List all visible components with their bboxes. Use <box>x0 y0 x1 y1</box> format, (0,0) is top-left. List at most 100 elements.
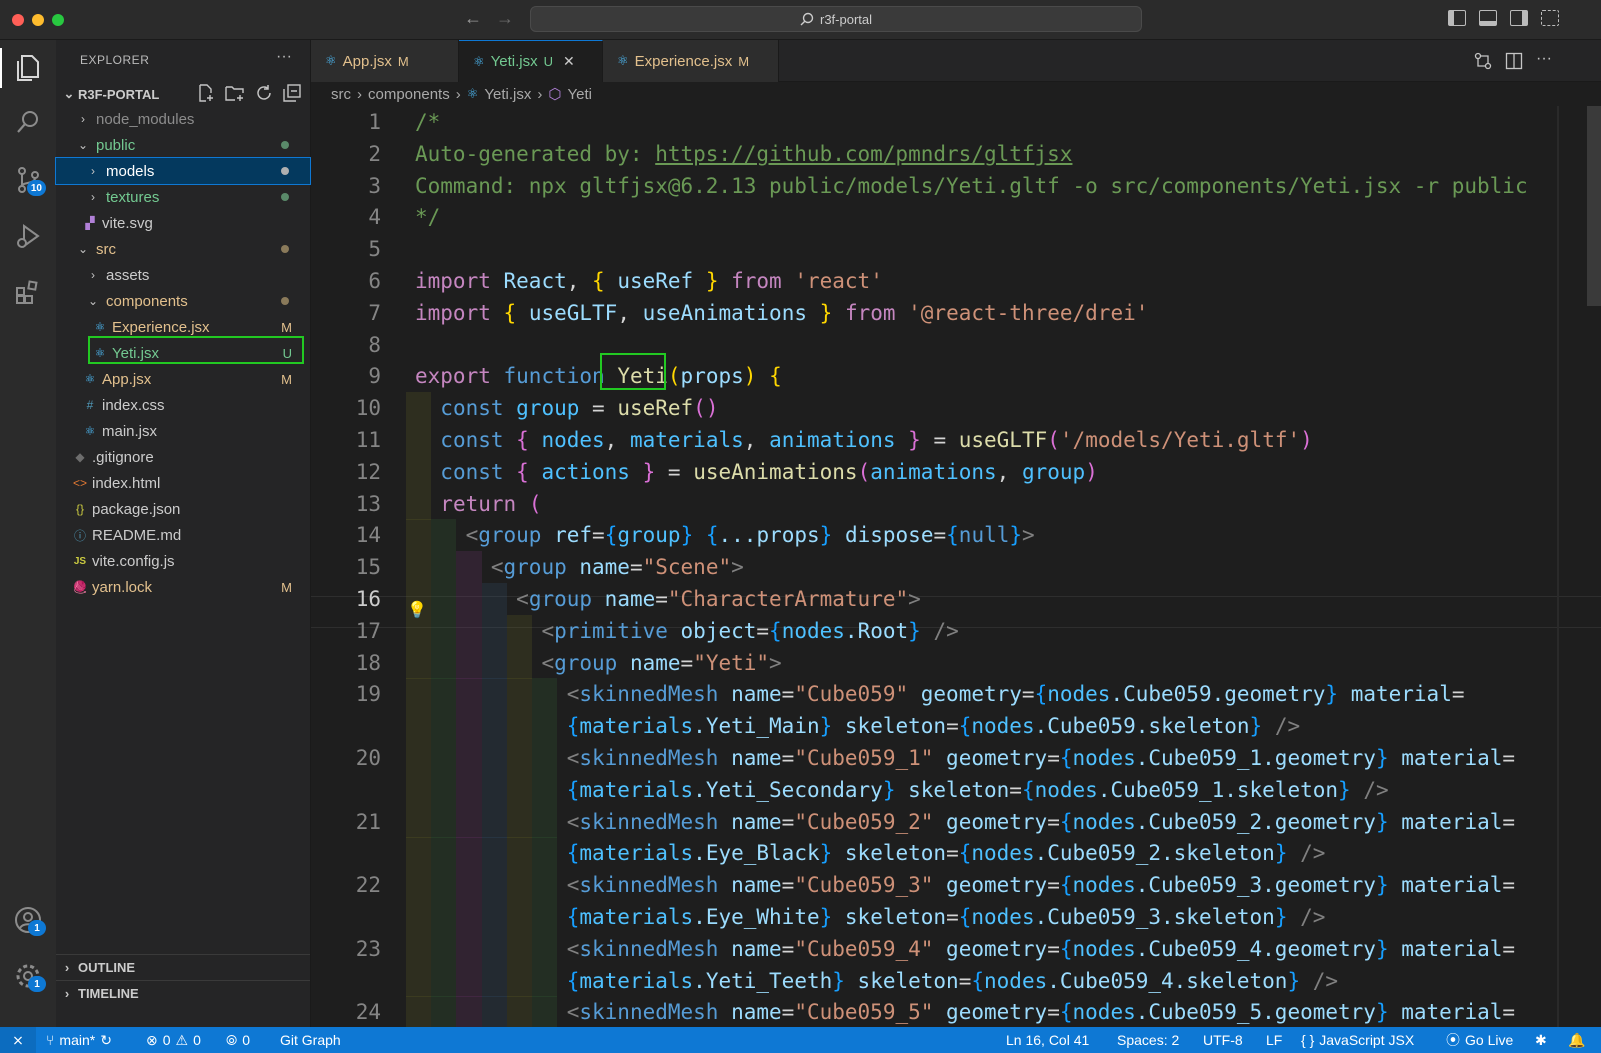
customize-layout-icon[interactable] <box>1541 10 1559 26</box>
editor-more-actions-icon[interactable]: ··· <box>1536 50 1552 68</box>
braces-icon: { } <box>1301 1032 1315 1048</box>
breadcrumb-file[interactable]: Yeti.jsx <box>484 86 531 103</box>
code-token: = <box>1502 873 1516 898</box>
breadcrumb-src[interactable]: src <box>331 86 351 103</box>
code-token: { <box>566 714 580 739</box>
code-token: { <box>503 300 529 325</box>
split-editor-icon[interactable] <box>1505 52 1523 70</box>
end-of-line[interactable]: LF <box>1266 1027 1282 1053</box>
js-file-icon: JS <box>73 555 87 567</box>
explorer-icon[interactable] <box>10 50 46 86</box>
tree-item-app-jsx[interactable]: ⚛ App.jsx M <box>56 366 310 392</box>
back-arrow-icon[interactable]: ← <box>464 8 482 29</box>
tree-item-yarn-lock[interactable]: 🧶 yarn.lock M <box>56 574 310 600</box>
tree-item-assets[interactable]: › assets <box>56 262 310 288</box>
close-window-button[interactable] <box>12 14 24 26</box>
tab-experience-jsx[interactable]: ⚛ Experience.jsx M <box>603 40 779 82</box>
minimap-divider <box>1557 106 1559 1027</box>
forward-arrow-icon[interactable]: → <box>496 8 514 29</box>
lightbulb-icon[interactable]: 💡 <box>407 600 427 620</box>
editor-tabs: ⚛ App.jsx M ⚛ Yeti.jsx U ✕ ⚛ Experience.… <box>311 40 1601 82</box>
run-debug-icon[interactable] <box>10 218 46 254</box>
project-header[interactable]: ⌄ R3F-PORTAL <box>56 82 310 106</box>
title-bar: ← → r3f-portal <box>0 0 1601 40</box>
manage-gear-icon[interactable]: 1 <box>10 958 46 994</box>
remote-indicator[interactable]: ⨯ <box>0 1027 36 1053</box>
source-control-icon[interactable]: 10 <box>10 162 46 198</box>
zoom-window-button[interactable] <box>52 14 64 26</box>
new-file-icon[interactable] <box>197 84 215 102</box>
code-token: { <box>1021 777 1035 802</box>
tree-item-label: package.json <box>92 500 181 518</box>
indentation[interactable]: Spaces: 2 <box>1117 1027 1179 1053</box>
code-editor[interactable]: 1 /* 2 Auto-generated by: https://github.co… <box>311 106 1601 1027</box>
timeline-section[interactable]: › TIMELINE <box>56 980 310 1006</box>
code-line: <skinnedMesh name="Cube059_2" geometry={… <box>415 806 1515 838</box>
accounts-icon[interactable]: 1 <box>10 902 46 938</box>
copilot-icon[interactable]: ✱ <box>1535 1027 1547 1053</box>
tab-app-jsx[interactable]: ⚛ App.jsx M <box>311 40 459 82</box>
code-token: useRef <box>617 396 694 421</box>
tree-item-node-modules[interactable]: › node_modules <box>56 106 310 132</box>
language-mode[interactable]: { } JavaScript JSX <box>1301 1027 1414 1053</box>
encoding[interactable]: UTF-8 <box>1203 1027 1243 1053</box>
cursor-position[interactable]: Ln 16, Col 41 <box>1006 1027 1089 1053</box>
close-tab-icon[interactable]: ✕ <box>563 53 575 70</box>
tree-item-components[interactable]: ⌄ components <box>56 288 310 314</box>
search-icon[interactable] <box>10 104 46 140</box>
scrollbar-thumb[interactable] <box>1587 106 1601 306</box>
breadcrumb-symbol[interactable]: Yeti <box>567 86 591 103</box>
compare-changes-icon[interactable] <box>1474 52 1492 70</box>
line-number: 2 <box>368 141 381 166</box>
more-actions-icon[interactable]: ··· <box>276 48 292 66</box>
tab-label: Experience.jsx <box>634 52 733 70</box>
toggle-primary-sidebar-icon[interactable] <box>1448 10 1466 26</box>
tab-yeti-jsx[interactable]: ⚛ Yeti.jsx U ✕ <box>459 40 603 82</box>
git-graph-button[interactable]: Git Graph <box>280 1027 341 1053</box>
tree-item-readme-md[interactable]: ⓘ README.md <box>56 522 310 548</box>
code-token: animations <box>769 428 896 452</box>
command-center-search[interactable]: r3f-portal <box>530 6 1142 32</box>
code-token: export <box>415 364 504 389</box>
breadcrumb-components[interactable]: components <box>368 86 450 103</box>
code-token: } <box>1338 777 1351 802</box>
toggle-secondary-sidebar-icon[interactable] <box>1510 10 1528 26</box>
outline-section[interactable]: › OUTLINE <box>56 954 310 980</box>
minimize-window-button[interactable] <box>32 14 44 26</box>
project-name: R3F-PORTAL <box>78 86 160 102</box>
tree-item-public[interactable]: ⌄ public <box>56 132 310 158</box>
code-token: } <box>1325 682 1339 707</box>
tree-item-index-css[interactable]: # index.css <box>56 392 310 418</box>
toggle-panel-icon[interactable] <box>1479 10 1497 26</box>
code-token: { <box>971 968 985 993</box>
tree-item-vite-svg[interactable]: ▞ vite.svg <box>56 210 310 236</box>
tree-item-gitignore[interactable]: ◆ .gitignore <box>56 444 310 470</box>
tree-item-models[interactable]: › models <box>55 157 311 185</box>
extensions-icon[interactable] <box>10 274 46 310</box>
notifications-bell-icon[interactable]: 🔔 <box>1568 1027 1585 1053</box>
problems-indicator[interactable]: ⊗ 0 ⚠ 0 <box>146 1027 201 1053</box>
go-live-button[interactable]: ⦿ Go Live <box>1446 1027 1513 1053</box>
code-token: } <box>819 841 833 866</box>
tree-item-main-jsx[interactable]: ⚛ main.jsx <box>56 418 310 444</box>
new-folder-icon[interactable] <box>225 84 245 102</box>
ports-indicator[interactable]: ⦾ 0 <box>226 1027 250 1053</box>
code-token: return <box>440 491 529 516</box>
code-token: skeleton <box>832 841 947 866</box>
code-line: <group name="CharacterArmature"> <box>415 583 921 615</box>
tree-item-src[interactable]: ⌄ src <box>56 236 310 262</box>
indentation-text: Spaces: 2 <box>1117 1032 1180 1048</box>
code-token: ( <box>857 459 871 484</box>
branch-indicator[interactable]: ⑂ main* ↻ <box>46 1027 112 1053</box>
code-token: useRef <box>617 269 694 293</box>
refresh-icon[interactable] <box>255 84 273 102</box>
tree-item-package-json[interactable]: {} package.json <box>56 496 310 522</box>
collapse-all-icon[interactable] <box>283 84 301 102</box>
code-token: import <box>415 269 504 293</box>
tree-item-textures[interactable]: › textures <box>56 184 310 210</box>
tree-item-vite-config-js[interactable]: JS vite.config.js <box>56 548 310 574</box>
tree-item-index-html[interactable]: <> index.html <box>56 470 310 496</box>
